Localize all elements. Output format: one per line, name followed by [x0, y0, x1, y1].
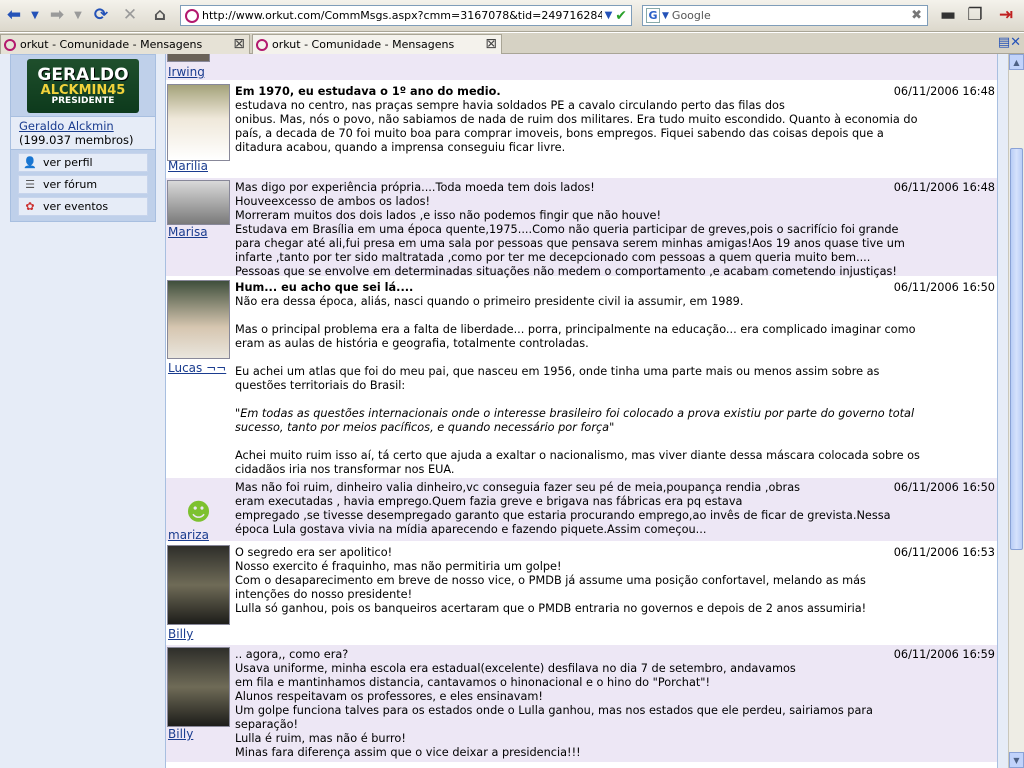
avatar[interactable] [167, 180, 230, 225]
url-dropdown-icon[interactable]: ▼ [605, 10, 613, 21]
list-item: Billy 06/11/2006 16:59 .. agora,, como e… [166, 645, 997, 763]
person-icon: 👤 [23, 156, 37, 169]
message-text: Achei muito ruim isso aí, tá certo que a… [235, 449, 920, 476]
search-bar[interactable]: G ▼ Google ✖ [642, 5, 928, 26]
avatar[interactable] [167, 84, 230, 161]
tab-2[interactable]: orkut - Comunidade - Mensagens ⊠ [252, 34, 502, 54]
list-item: ☻ mariza 06/11/2006 16:50 Mas não foi ru… [166, 478, 997, 542]
author-link[interactable]: Lucas ¬¬ [168, 361, 226, 375]
message-list: Irwing Marilia 06/11/2006 16:48 Em 1970,… [165, 54, 998, 768]
author-link[interactable]: Irwing [168, 65, 205, 79]
message-body: Hum... eu acho que sei lá.... Não era des… [235, 281, 997, 477]
author-link[interactable]: Billy [168, 627, 193, 641]
tab-label: orkut - Comunidade - Mensagens [272, 38, 455, 51]
exit-icon[interactable]: ⇥ [994, 4, 1018, 26]
reload-icon[interactable]: ⟳ [89, 4, 113, 26]
message-quote: "Em todas as questões internacionais ond… [235, 407, 915, 434]
forum-icon: ☰ [25, 178, 35, 191]
message-title: Em 1970, eu estudava o 1º ano do medio. [235, 85, 501, 98]
stop-icon[interactable]: ✕ [118, 4, 142, 26]
message-title: Hum... eu acho que sei lá.... [235, 281, 414, 294]
scroll-up-icon[interactable]: ▲ [1009, 54, 1024, 70]
ver-perfil-link[interactable]: 👤 ver perfil [18, 153, 148, 172]
back-dropdown-icon[interactable]: ▼ [28, 4, 42, 26]
list-item: Marilia 06/11/2006 16:48 Em 1970, eu est… [166, 82, 997, 177]
community-sidebar: GERALDO ALCKMIN45 PRESIDENTE Geraldo Alc… [10, 54, 156, 222]
community-name-link[interactable]: Geraldo Alckmin [19, 119, 147, 133]
author-link[interactable]: mariza [168, 528, 209, 542]
forward-dropdown-icon[interactable]: ▼ [71, 4, 85, 26]
page-scrollbar[interactable]: ▲ ▼ [1008, 54, 1024, 768]
member-count: (199.037 membros) [19, 133, 134, 147]
scrollbar-thumb[interactable] [1010, 148, 1023, 550]
tab-label: orkut - Comunidade - Mensagens [20, 38, 203, 51]
tab-bar: orkut - Comunidade - Mensagens ⊠ orkut -… [0, 33, 1024, 54]
tab-1[interactable]: orkut - Comunidade - Mensagens ⊠ [0, 34, 250, 54]
search-clear-icon[interactable]: ✖ [911, 8, 922, 23]
tab-list-icon[interactable]: ▤✕ [998, 35, 1021, 50]
message-body: Mas digo por experiência própria....Toda… [235, 181, 997, 279]
message-text: O segredo era ser apolitico! Nosso exerc… [235, 546, 867, 615]
close-tab-icon[interactable]: ⊠ [485, 36, 497, 52]
message-body: Em 1970, eu estudava o 1º ano do medio. e… [235, 85, 997, 155]
close-tab-icon[interactable]: ⊠ [233, 36, 245, 52]
ver-forum-link[interactable]: ☰ ver fórum [18, 175, 148, 194]
author-link[interactable]: Marilia [168, 159, 208, 173]
events-icon: ✿ [25, 200, 35, 213]
url-bar[interactable]: http://www.orkut.com/CommMsgs.aspx?cmm=3… [180, 5, 632, 26]
list-item: Irwing [166, 54, 997, 81]
url-text[interactable]: http://www.orkut.com/CommMsgs.aspx?cmm=3… [202, 9, 602, 22]
author-link[interactable]: Billy [168, 727, 193, 741]
avatar[interactable] [167, 545, 230, 625]
list-item: Marisa 06/11/2006 16:48 Mas digo por exp… [166, 178, 997, 279]
back-icon[interactable]: ⬅ [3, 4, 25, 26]
restore-icon[interactable]: ❐ [964, 4, 986, 26]
orkut-tab-icon [4, 38, 16, 51]
author-link[interactable]: Marisa [168, 225, 208, 239]
orkut-tab-icon [256, 38, 268, 51]
home-icon[interactable]: ⌂ [148, 4, 172, 26]
message-text: Mas digo por experiência própria....Toda… [235, 181, 905, 278]
message-text: .. agora,, como era? Usava uniforme, min… [235, 648, 873, 759]
google-icon[interactable]: G [646, 8, 660, 23]
message-text: Não era dessa época, aliás, nasci quando… [235, 295, 916, 392]
community-logo[interactable]: GERALDO ALCKMIN45 PRESIDENTE [27, 59, 139, 113]
search-engine-dropdown-icon[interactable]: ▼ [662, 11, 669, 21]
ver-eventos-link[interactable]: ✿ ver eventos [18, 197, 148, 216]
message-body: .. agora,, como era? Usava uniforme, min… [235, 648, 997, 760]
minimize-icon[interactable]: ▬ [938, 4, 958, 26]
message-text: Mas não foi ruim, dinheiro valia dinheir… [235, 481, 891, 536]
scroll-down-icon[interactable]: ▼ [1009, 752, 1024, 768]
smiley-avatar[interactable]: ☻ [167, 496, 230, 528]
avatar[interactable] [167, 54, 210, 62]
community-info: Geraldo Alckmin (199.037 membros) [11, 116, 155, 150]
list-item: Billy 06/11/2006 16:53 O segredo era ser… [166, 543, 997, 644]
page-content: GERALDO ALCKMIN45 PRESIDENTE Geraldo Alc… [0, 54, 1008, 768]
message-body: O segredo era ser apolitico! Nosso exerc… [235, 546, 997, 616]
list-item: Lucas ¬¬ 06/11/2006 16:50 Hum... eu acho… [166, 278, 997, 477]
avatar[interactable] [167, 647, 230, 727]
message-body: Mas não foi ruim, dinheiro valia dinheir… [235, 481, 997, 537]
message-text: estudava no centro, nas praças sempre ha… [235, 99, 918, 154]
search-input[interactable]: Google [669, 9, 911, 22]
forward-icon[interactable]: ➡ [46, 4, 68, 26]
avatar[interactable] [167, 280, 230, 359]
go-icon[interactable]: ✔ [615, 8, 627, 24]
site-icon [185, 8, 199, 23]
browser-toolbar: ⬅ ▼ ➡ ▼ ⟳ ✕ ⌂ http://www.orkut.com/CommM… [0, 0, 1024, 32]
